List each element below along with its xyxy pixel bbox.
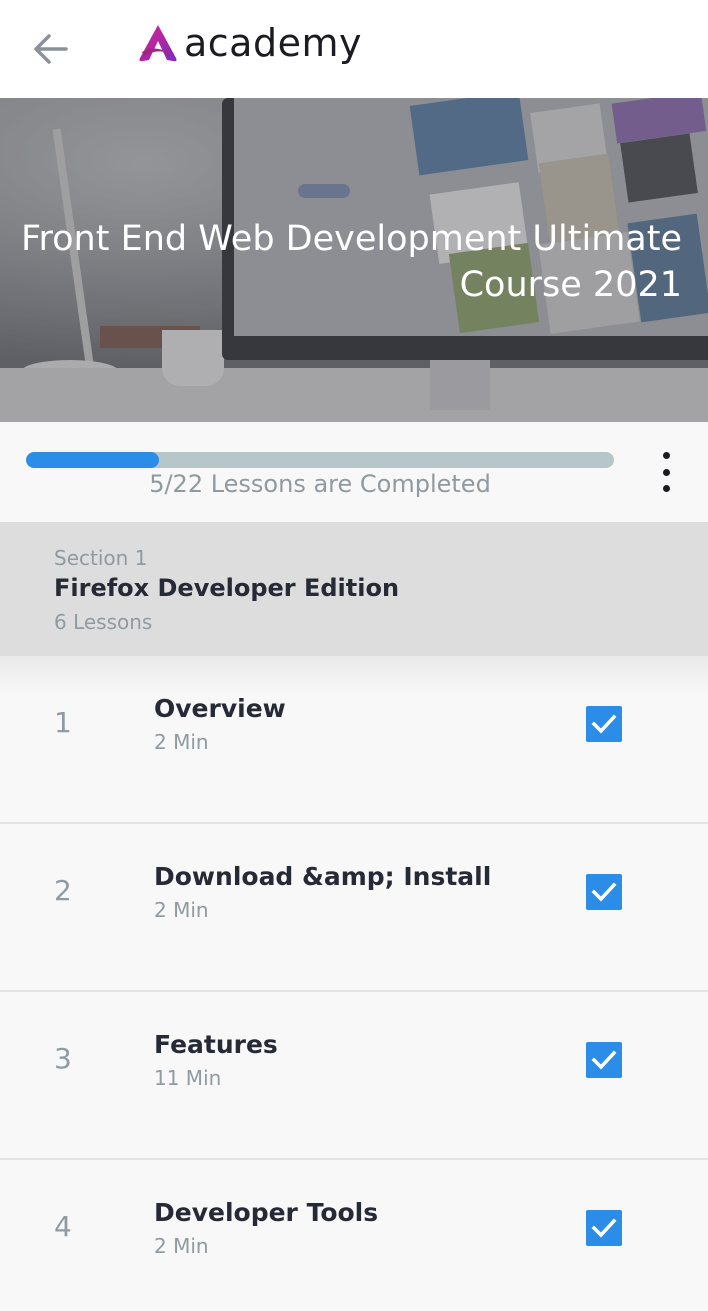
section-lesson-count: 6 Lessons <box>54 610 153 634</box>
progress-bar <box>26 452 614 468</box>
more-options-button[interactable] <box>648 452 684 492</box>
more-vertical-icon <box>662 452 670 459</box>
lesson-number: 2 <box>54 874 72 907</box>
checkbox-checked-icon <box>591 1050 617 1070</box>
lesson-duration: 2 Min <box>154 730 209 754</box>
lesson-duration: 2 Min <box>154 1234 209 1258</box>
checkbox-checked-icon <box>591 714 617 734</box>
section-header[interactable]: Section 1 Firefox Developer Edition 6 Le… <box>0 522 708 656</box>
checkbox-checked-icon <box>591 1218 617 1238</box>
lesson-number: 3 <box>54 1042 72 1075</box>
lesson-complete-checkbox[interactable] <box>586 1042 622 1078</box>
lesson-title: Features <box>154 1030 278 1059</box>
lesson-duration: 2 Min <box>154 898 209 922</box>
lesson-complete-checkbox[interactable] <box>586 706 622 742</box>
lesson-item[interactable]: 4 Developer Tools 2 Min <box>0 1160 708 1311</box>
lesson-complete-checkbox[interactable] <box>586 1210 622 1246</box>
section-number: Section 1 <box>54 546 148 570</box>
progress-label: 5/22 Lessons are Completed <box>149 470 491 498</box>
course-hero-banner: Front End Web Development Ultimate Cours… <box>0 98 708 422</box>
lesson-title: Download &amp; Install <box>154 862 492 891</box>
lesson-number: 4 <box>54 1210 72 1243</box>
lesson-title: Overview <box>154 694 286 723</box>
app-header: academy <box>0 0 708 98</box>
lesson-number: 1 <box>54 706 72 739</box>
lesson-item[interactable]: 2 Download &amp; Install 2 Min <box>0 824 708 992</box>
lesson-item[interactable]: 3 Features 11 Min <box>0 992 708 1160</box>
lesson-list: 1 Overview 2 Min 2 Download &amp; Instal… <box>0 656 708 1311</box>
back-button[interactable] <box>20 24 80 74</box>
brand-name: academy <box>184 21 362 65</box>
lesson-duration: 11 Min <box>154 1066 222 1090</box>
arrow-left-icon <box>34 34 68 64</box>
lesson-title: Developer Tools <box>154 1198 379 1227</box>
checkbox-checked-icon <box>591 882 617 902</box>
academy-logo-icon <box>139 25 177 62</box>
section-title: Firefox Developer Edition <box>54 574 400 602</box>
progress-bar-fill <box>26 452 160 468</box>
course-title: Front End Web Development Ultimate Cours… <box>20 219 682 305</box>
brand-logo: academy <box>136 18 362 68</box>
progress-section: 5/22 Lessons are Completed <box>0 422 708 522</box>
lesson-complete-checkbox[interactable] <box>586 874 622 910</box>
